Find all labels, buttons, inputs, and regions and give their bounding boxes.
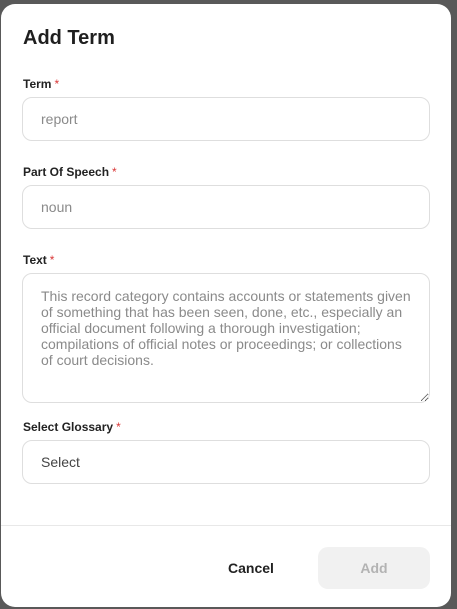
cancel-button[interactable]: Cancel xyxy=(212,547,290,589)
required-marker: * xyxy=(54,77,60,91)
dialog-title: Add Term xyxy=(23,27,115,49)
glossary-select[interactable]: Select xyxy=(22,440,430,484)
term-input[interactable] xyxy=(22,97,430,141)
part-of-speech-input[interactable] xyxy=(22,185,430,229)
footer-divider xyxy=(1,525,451,526)
required-marker: * xyxy=(49,253,55,267)
required-marker: * xyxy=(116,420,121,434)
glossary-select-value: Select xyxy=(41,454,80,470)
text-label: Text * xyxy=(23,253,54,267)
required-marker: * xyxy=(112,165,117,179)
text-label-text: Text xyxy=(23,253,47,267)
part-of-speech-label: Part Of Speech * xyxy=(23,165,117,179)
term-label-text: Term xyxy=(23,77,52,91)
text-textarea[interactable] xyxy=(22,273,430,403)
select-glossary-label-text: Select Glossary xyxy=(23,420,114,434)
term-label: Term * xyxy=(23,77,59,91)
add-term-dialog: Add Term Term* Part Of Speech* Text* Sel… xyxy=(1,4,451,607)
add-button[interactable]: Add xyxy=(318,547,430,589)
part-of-speech-label-text: Part Of Speech xyxy=(23,165,110,179)
select-glossary-label: Select Glossary * xyxy=(23,420,121,434)
